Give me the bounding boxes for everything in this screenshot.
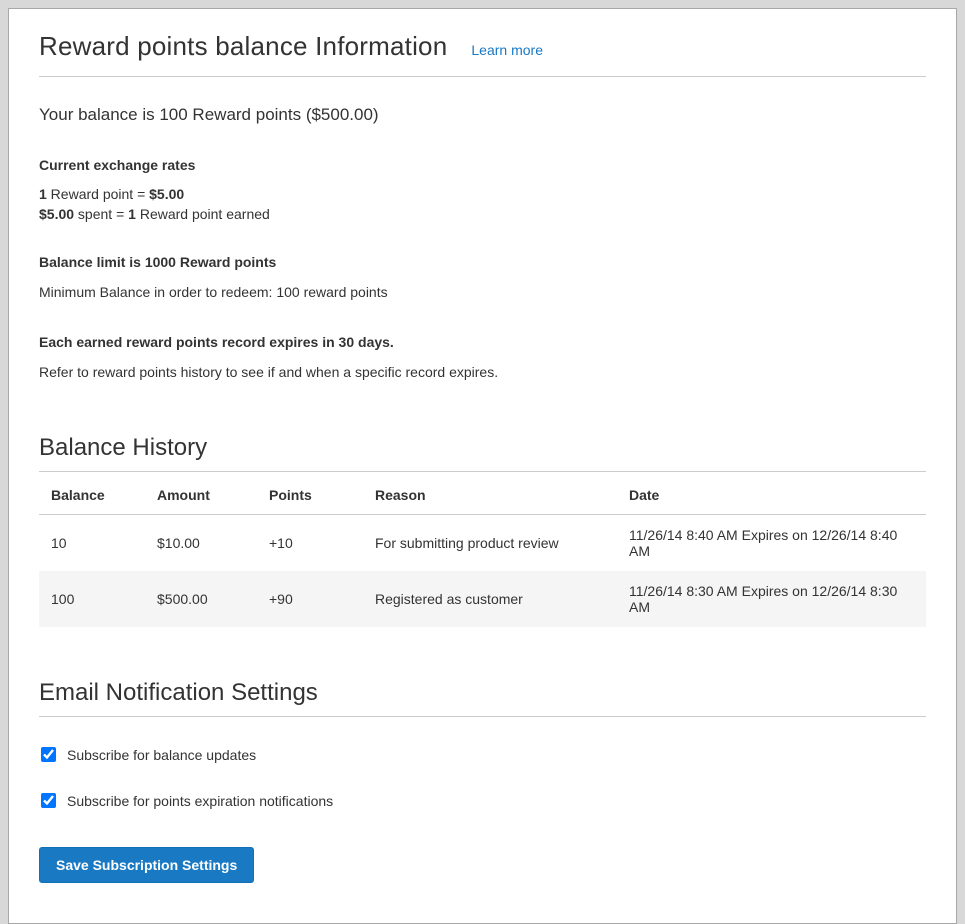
rate1-amount: $5.00 (149, 186, 184, 202)
expiration-note: Refer to reward points history to see if… (39, 363, 926, 382)
page-title: Reward points balance Information (39, 31, 447, 62)
rate1-text: Reward point = (47, 186, 149, 202)
points-expiration-option: Subscribe for points expiration notifica… (39, 793, 926, 809)
cell-amount: $10.00 (145, 514, 257, 571)
cell-balance: 10 (39, 514, 145, 571)
cell-date: 11/26/14 8:30 AM Expires on 12/26/14 8:3… (617, 571, 926, 627)
page-header: Reward points balance Information Learn … (39, 31, 926, 62)
cell-date: 11/26/14 8:40 AM Expires on 12/26/14 8:4… (617, 514, 926, 571)
cell-points: +10 (257, 514, 363, 571)
rate2-text-1: spent = (74, 206, 128, 222)
balance-history-heading: Balance History (39, 434, 926, 462)
exchange-rate-line-2: $5.00 spent = 1 Reward point earned (39, 206, 926, 222)
table-row: 100 $500.00 +90 Registered as customer 1… (39, 571, 926, 627)
table-header: Balance Amount Points Reason Date (39, 474, 926, 515)
points-expiration-label: Subscribe for points expiration notifica… (67, 793, 333, 809)
table-row: 10 $10.00 +10 For submitting product rev… (39, 514, 926, 571)
rate2-text-2: Reward point earned (136, 206, 270, 222)
learn-more-link[interactable]: Learn more (471, 42, 543, 58)
cell-reason: Registered as customer (363, 571, 617, 627)
divider (39, 716, 926, 717)
points-expiration-checkbox[interactable] (41, 793, 56, 808)
exchange-rates-heading: Current exchange rates (39, 157, 926, 173)
column-header-reason: Reason (363, 474, 617, 515)
reward-points-card: Reward points balance Information Learn … (8, 8, 957, 924)
balance-updates-checkbox[interactable] (41, 747, 56, 762)
cell-amount: $500.00 (145, 571, 257, 627)
exchange-rate-line-1: 1 Reward point = $5.00 (39, 186, 926, 202)
minimum-balance-note: Minimum Balance in order to redeem: 100 … (39, 283, 926, 302)
divider (39, 471, 926, 472)
column-header-points: Points (257, 474, 363, 515)
balance-history-table: Balance Amount Points Reason Date 10 $10… (39, 474, 926, 627)
balance-limit-heading: Balance limit is 1000 Reward points (39, 254, 926, 270)
rate1-points: 1 (39, 186, 47, 202)
balance-updates-label: Subscribe for balance updates (67, 747, 256, 763)
column-header-date: Date (617, 474, 926, 515)
cell-reason: For submitting product review (363, 514, 617, 571)
email-notification-settings-heading: Email Notification Settings (39, 679, 926, 707)
header-row: Balance Amount Points Reason Date (39, 474, 926, 515)
balance-summary: Your balance is 100 Reward points ($500.… (39, 105, 926, 125)
divider (39, 76, 926, 77)
rate2-points: 1 (128, 206, 136, 222)
cell-balance: 100 (39, 571, 145, 627)
column-header-balance: Balance (39, 474, 145, 515)
balance-updates-option: Subscribe for balance updates (39, 747, 926, 763)
rate2-amount: $5.00 (39, 206, 74, 222)
cell-points: +90 (257, 571, 363, 627)
expiration-heading: Each earned reward points record expires… (39, 334, 926, 350)
column-header-amount: Amount (145, 474, 257, 515)
save-subscription-settings-button[interactable]: Save Subscription Settings (39, 847, 254, 883)
